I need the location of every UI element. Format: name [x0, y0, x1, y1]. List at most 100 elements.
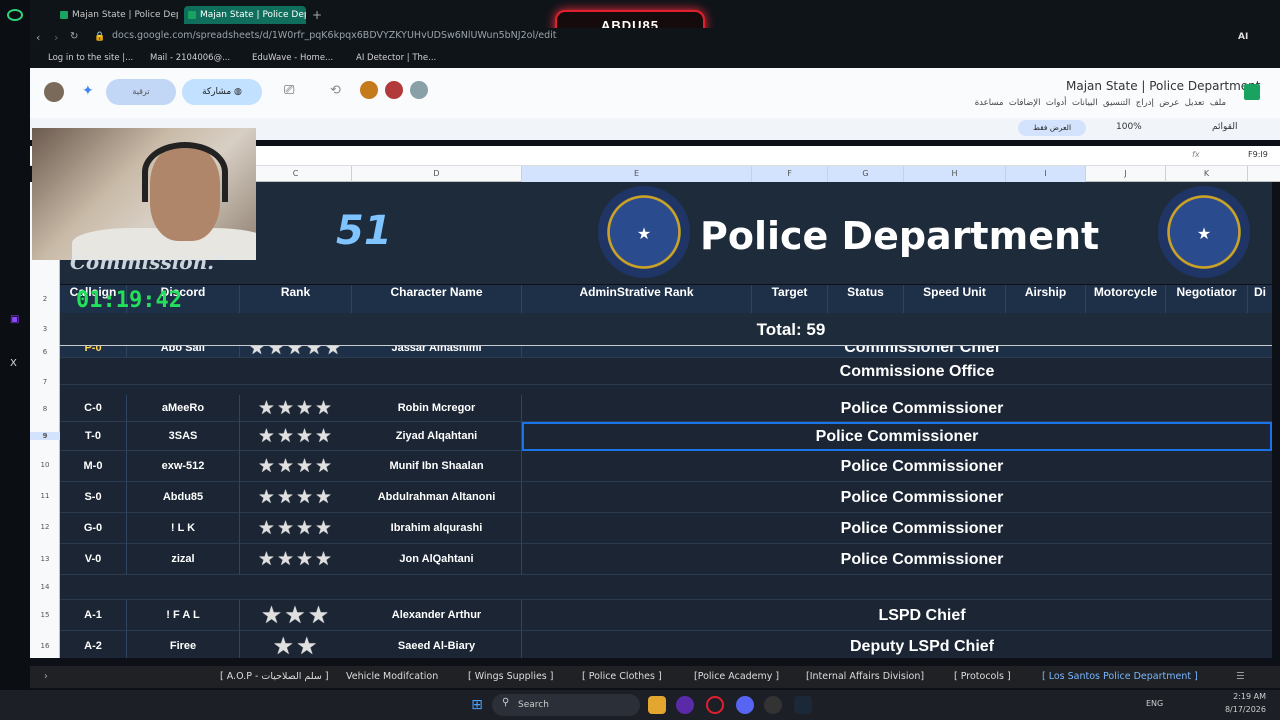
browser-tab[interactable]: Majan State | Police Depart — [56, 6, 178, 24]
bookmark-item[interactable]: Mail - 2104006@... — [150, 53, 230, 63]
row-number[interactable]: 10 — [30, 461, 60, 469]
callsign-cell[interactable]: G-0 — [60, 513, 127, 544]
collaborator-avatar[interactable] — [410, 81, 428, 99]
admin-rank-cell[interactable]: Police Commissioner — [522, 451, 1272, 482]
character-cell[interactable]: Munif Ibn Shaalan — [352, 451, 522, 482]
menu-file[interactable]: ملف — [1210, 98, 1226, 108]
steam-icon[interactable] — [794, 696, 812, 714]
menu-help[interactable]: مساعدة — [975, 98, 1004, 108]
view-only-button[interactable]: العرض فقط — [1018, 120, 1086, 136]
avatar[interactable] — [44, 82, 64, 102]
sheet-scroll-icon[interactable]: › — [44, 671, 48, 682]
header-status[interactable]: Status — [828, 285, 904, 313]
discord-cell[interactable]: Abdu85 — [127, 482, 240, 513]
opera-logo-icon[interactable] — [7, 9, 23, 21]
sheet-tab[interactable]: [Police Academy ] — [694, 671, 779, 682]
upgrade-button[interactable]: ترقية — [106, 79, 176, 105]
col-c[interactable]: C — [240, 166, 352, 182]
url-text[interactable]: docs.google.com/spreadsheets/d/1W0rfr_pq… — [112, 30, 557, 41]
gemini-icon[interactable]: ✦ — [82, 83, 94, 99]
collaborator-avatar[interactable] — [360, 81, 378, 99]
row-number[interactable]: 6 — [30, 348, 60, 356]
row-number[interactable]: 16 — [30, 642, 60, 650]
row-number[interactable]: 11 — [30, 492, 60, 500]
sheet-tab[interactable]: [ Wings Supplies ] — [468, 671, 553, 682]
character-cell[interactable]: Ibrahim alqurashi — [352, 513, 522, 544]
header-airship[interactable]: Airship — [1006, 285, 1086, 313]
col-i[interactable]: I — [1006, 166, 1086, 182]
x-icon[interactable]: X — [10, 358, 17, 369]
col-j[interactable]: J — [1086, 166, 1166, 182]
header-rank[interactable]: Rank — [240, 285, 352, 313]
header-negotiator[interactable]: Negotiator — [1166, 285, 1248, 313]
admin-rank-cell[interactable]: Police Commissioner — [522, 395, 1272, 422]
row-number[interactable]: 7 — [30, 378, 60, 386]
menu-tools[interactable]: أدوات — [1046, 98, 1067, 108]
clock-time[interactable]: 2:19 AM — [1226, 692, 1266, 701]
browser-tab-active[interactable]: Majan State | Police Depart — [184, 6, 306, 24]
admin-rank-cell-selected[interactable]: Police Commissioner — [522, 422, 1272, 451]
character-cell[interactable]: Ziyad Alqahtani — [352, 422, 522, 451]
history-icon[interactable]: ⟲ — [330, 83, 341, 98]
share-button[interactable]: مشاركة ◍ — [182, 79, 262, 105]
header-extra[interactable]: Di — [1248, 285, 1272, 313]
callsign-cell[interactable]: A-1 — [60, 600, 127, 631]
callsign-cell[interactable]: M-0 — [60, 451, 127, 482]
admin-rank-cell[interactable]: Deputy LSPd Chief — [522, 631, 1272, 658]
row-number[interactable]: 2 — [30, 295, 60, 303]
collaborator-avatar[interactable] — [385, 81, 403, 99]
taskbar-search[interactable]: Search — [492, 694, 640, 716]
bookmark-item[interactable]: Log in to the site |... — [48, 53, 133, 63]
bookmark-item[interactable]: AI Detector | The... — [356, 53, 436, 63]
app-icon[interactable] — [764, 696, 782, 714]
sheet-tab[interactable]: [ A.O.P - سلم الصلاحيات ] — [220, 671, 329, 682]
admin-rank-cell[interactable]: LSPD Chief — [522, 600, 1272, 631]
document-title[interactable]: Majan State | Police Department — [1066, 79, 1260, 93]
row-number[interactable]: 9 — [30, 432, 60, 440]
windows-start-icon[interactable]: ⊞ — [468, 696, 486, 714]
discord-cell[interactable]: exw-512 — [127, 451, 240, 482]
forward-icon[interactable]: › — [54, 31, 58, 44]
row-number[interactable]: 8 — [30, 405, 60, 413]
col-k[interactable]: K — [1166, 166, 1248, 182]
sheets-logo-icon[interactable] — [1244, 84, 1260, 100]
col-g[interactable]: G — [828, 166, 904, 182]
callsign-cell[interactable]: A-2 — [60, 631, 127, 658]
reload-icon[interactable]: ↻ — [70, 31, 78, 42]
discord-cell[interactable]: ! L K — [127, 513, 240, 544]
menu-edit[interactable]: تعديل — [1185, 98, 1205, 108]
sheet-tab[interactable]: [ Police Clothes ] — [582, 671, 662, 682]
back-icon[interactable]: ‹ — [36, 31, 40, 44]
sheet-tab[interactable]: [ Protocols ] — [954, 671, 1011, 682]
row-number[interactable]: 3 — [30, 325, 60, 333]
menu-view[interactable]: عرض — [1159, 98, 1179, 108]
row-number[interactable]: 12 — [30, 523, 60, 531]
discord-icon[interactable] — [736, 696, 754, 714]
callsign-cell[interactable]: P-0 — [60, 346, 127, 358]
header-motorcycle[interactable]: Motorcycle — [1086, 285, 1166, 313]
file-explorer-icon[interactable] — [648, 696, 666, 714]
callsign-cell[interactable]: S-0 — [60, 482, 127, 513]
character-cell[interactable]: Jon AlQahtani — [352, 544, 522, 575]
header-target[interactable]: Target — [752, 285, 828, 313]
sheet-tab[interactable]: [Internal Affairs Division] — [806, 671, 924, 682]
callsign-cell[interactable]: V-0 — [60, 544, 127, 575]
video-call-icon[interactable]: ⎚ — [284, 83, 294, 98]
col-f[interactable]: F — [752, 166, 828, 182]
row-number[interactable]: 14 — [30, 583, 60, 591]
menu-extensions[interactable]: الإضافات — [1009, 98, 1041, 108]
col-h[interactable]: H — [904, 166, 1006, 182]
callsign-cell[interactable]: T-0 — [60, 422, 127, 451]
character-cell[interactable]: Robin Mcregor — [352, 395, 522, 422]
clock-date[interactable]: 8/17/2026 — [1220, 705, 1266, 714]
discord-cell[interactable]: zizal — [127, 544, 240, 575]
app-icon[interactable] — [676, 696, 694, 714]
zoom-select[interactable]: 100% — [1116, 122, 1142, 132]
name-box[interactable]: F9:I9 — [1248, 150, 1268, 159]
bookmark-item[interactable]: EduWave - Home... — [252, 53, 333, 63]
character-cell[interactable]: Jassar Alhashimi — [352, 346, 522, 358]
menu-format[interactable]: التنسيق — [1103, 98, 1130, 108]
admin-rank-cell[interactable]: Commissioner Chief — [522, 346, 1272, 358]
admin-rank-cell[interactable]: Police Commissioner — [522, 513, 1272, 544]
character-cell[interactable]: Saeed Al-Biary — [352, 631, 522, 658]
